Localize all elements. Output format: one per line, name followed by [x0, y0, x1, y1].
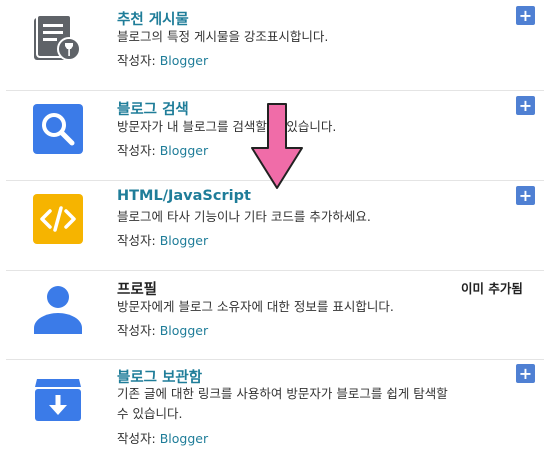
add-gadget-button[interactable]: +	[516, 6, 535, 25]
row-divider	[6, 90, 544, 91]
add-gadget-button[interactable]: +	[516, 96, 535, 115]
author-link[interactable]: Blogger	[160, 323, 208, 338]
gadget-title[interactable]: HTML/JavaScript	[117, 188, 251, 204]
gadget-author: 작성자: Blogger	[117, 320, 208, 339]
code-icon	[31, 192, 85, 246]
gadget-title[interactable]: 추천 게시물	[117, 8, 189, 29]
gadget-title[interactable]: 블로그 검색	[117, 98, 189, 119]
gadget-author: 작성자: Blogger	[117, 230, 208, 249]
row-divider	[6, 359, 544, 360]
featured-post-icon	[31, 12, 85, 66]
author-label: 작성자:	[117, 143, 156, 158]
gadget-author: 작성자: Blogger	[117, 50, 208, 69]
gadget-title: 프로필	[117, 282, 158, 298]
gadget-row-html-javascript: HTML/JavaScript 블로그에 타사 기능이나 기타 코드를 추가하세…	[0, 180, 550, 270]
gadget-description: 방문자에게 블로그 소유자에 대한 정보를 표시합니다.	[117, 299, 394, 314]
row-divider	[6, 270, 544, 271]
gadget-description: 기존 글에 대한 링크를 사용하여 방문자가 블로그를 쉽게 탐색할 수 있습니…	[117, 384, 448, 424]
author-link[interactable]: Blogger	[160, 53, 208, 68]
gadget-description: 블로그의 특정 게시물을 강조표시합니다.	[117, 29, 329, 44]
author-label: 작성자:	[117, 53, 156, 68]
description-line: 수 있습니다.	[117, 406, 183, 421]
author-label: 작성자:	[117, 323, 156, 338]
gadget-description: 블로그에 타사 기능이나 기타 코드를 추가하세요.	[117, 209, 371, 224]
search-icon	[31, 102, 85, 156]
author-label: 작성자:	[117, 431, 156, 446]
gadget-row-featured-post: 추천 게시물 블로그의 특정 게시물을 강조표시합니다. 작성자: Blogge…	[0, 0, 550, 88]
add-gadget-button[interactable]: +	[516, 186, 535, 205]
gadget-author: 작성자: Blogger	[117, 428, 208, 447]
annotation-arrow	[250, 100, 308, 192]
gadget-row-profile: 프로필 방문자에게 블로그 소유자에 대한 정보를 표시합니다. 작성자: Bl…	[0, 270, 550, 360]
author-link[interactable]: Blogger	[160, 431, 208, 446]
gadget-row-blog-archive: 블로그 보관함 기존 글에 대한 링크를 사용하여 방문자가 블로그를 쉽게 탐…	[0, 359, 550, 450]
gadget-list: 추천 게시물 블로그의 특정 게시물을 강조표시합니다. 작성자: Blogge…	[0, 0, 550, 450]
gadget-author: 작성자: Blogger	[117, 140, 208, 159]
author-label: 작성자:	[117, 233, 156, 248]
person-icon	[31, 282, 85, 336]
author-link[interactable]: Blogger	[160, 143, 208, 158]
archive-icon	[31, 371, 85, 425]
author-link[interactable]: Blogger	[160, 233, 208, 248]
description-line: 기존 글에 대한 링크를 사용하여 방문자가 블로그를 쉽게 탐색할	[117, 386, 448, 401]
add-gadget-button[interactable]: +	[516, 364, 535, 383]
already-added-status: 이미 추가됨	[461, 281, 523, 296]
